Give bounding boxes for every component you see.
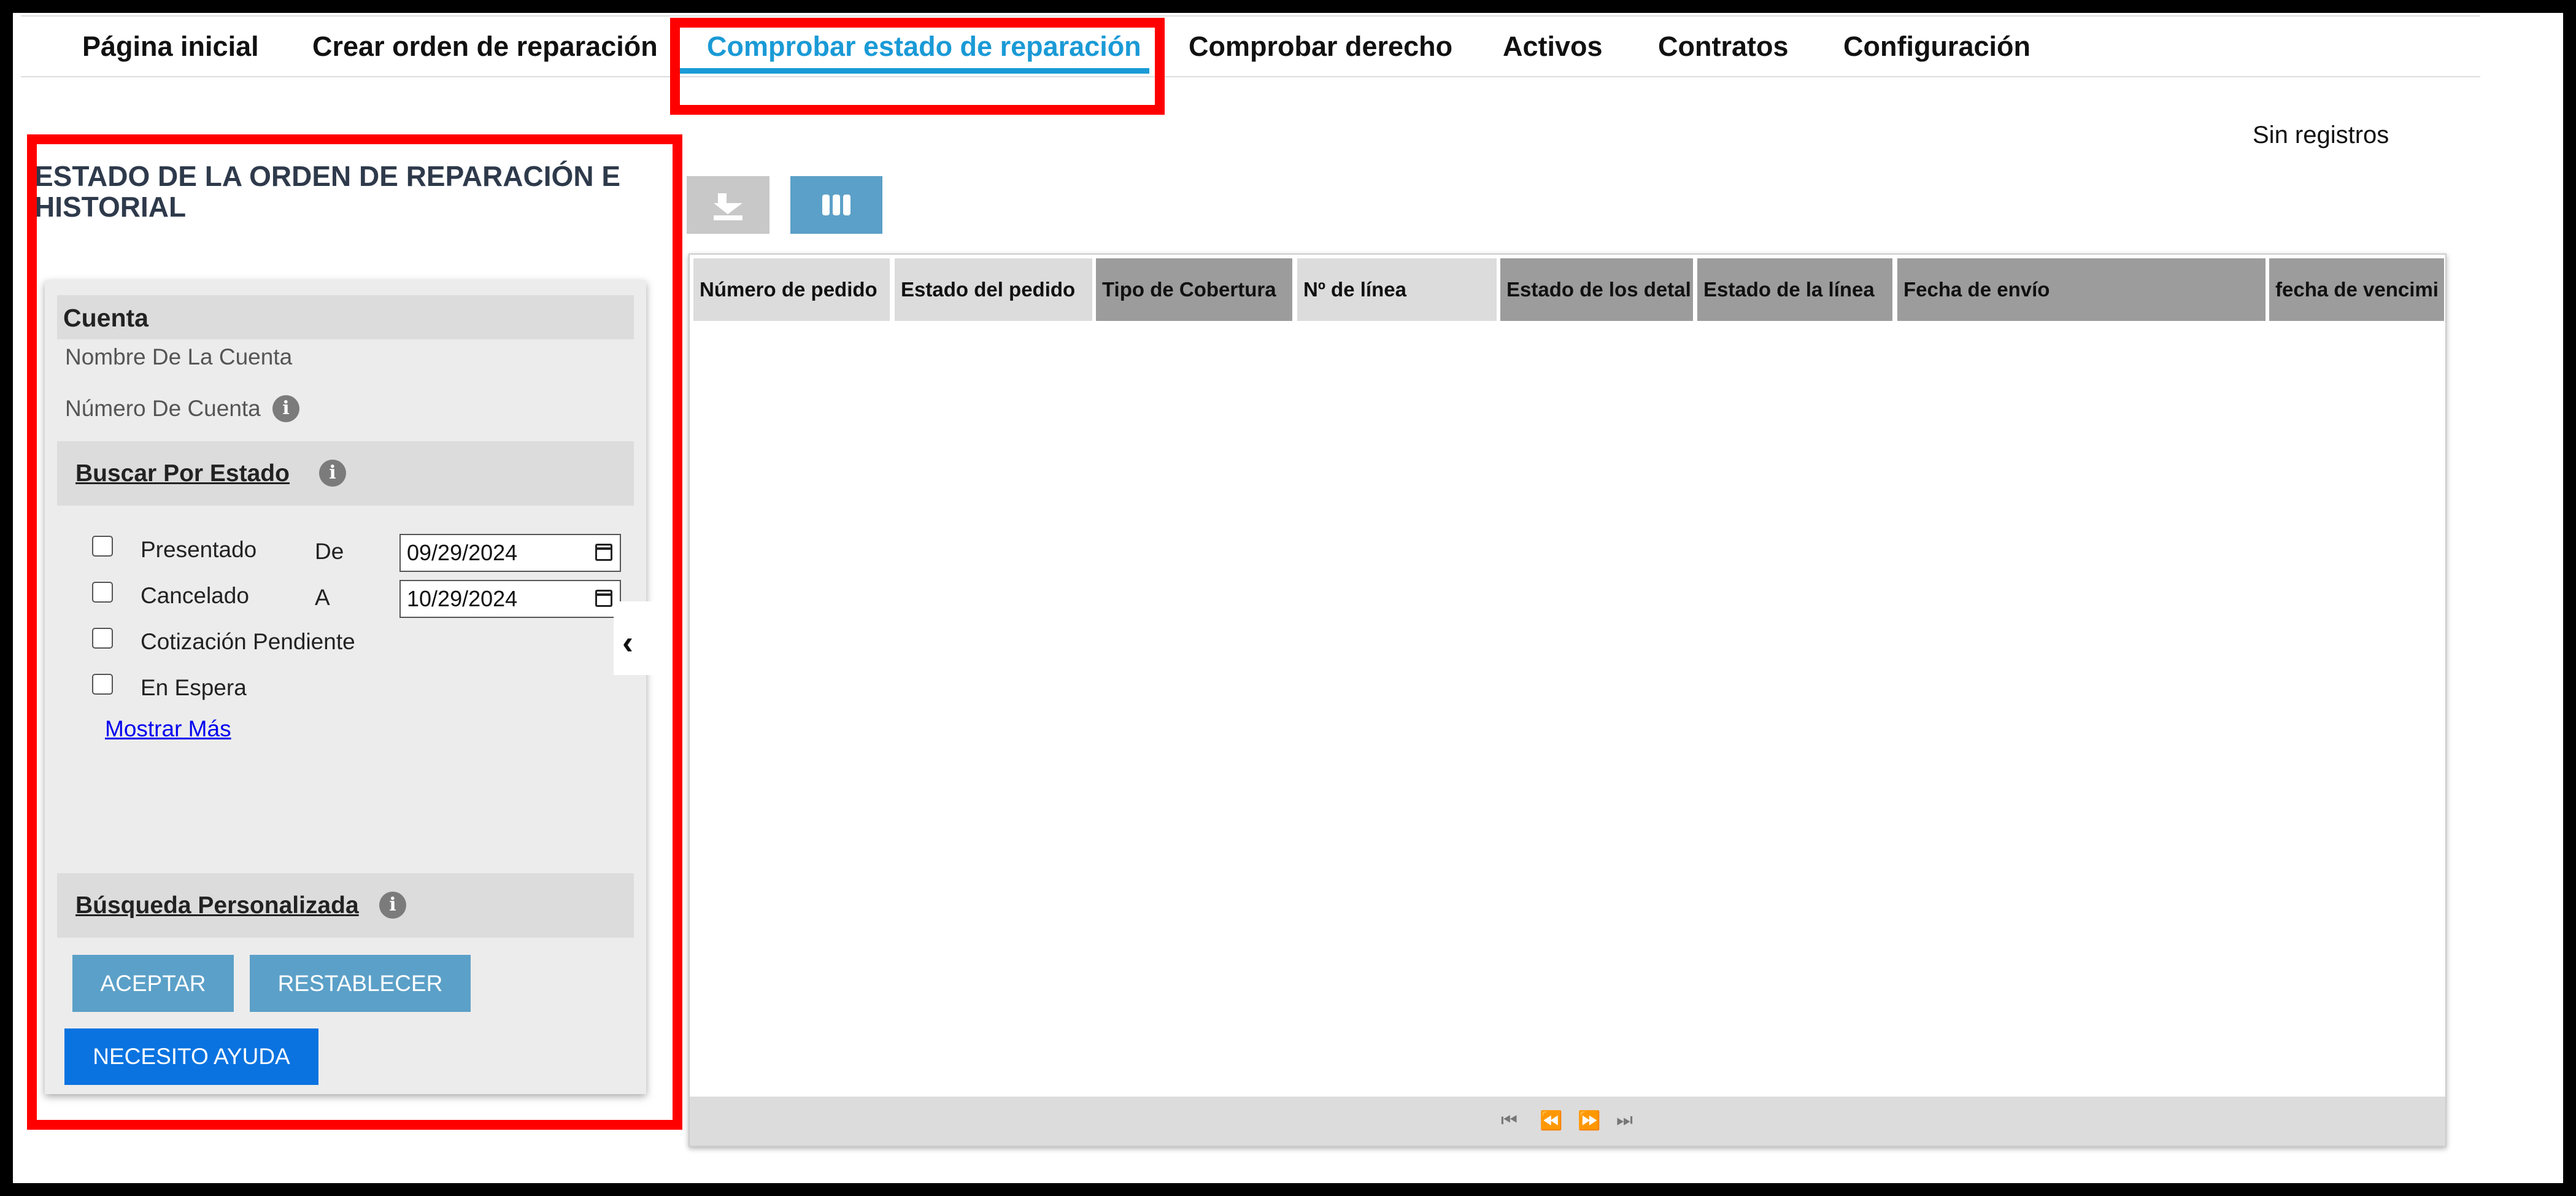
column-header-coverage-type[interactable]: Tipo de Cobertura	[1096, 258, 1292, 321]
record-count-text: Sin registros	[2253, 122, 2389, 149]
last-page-icon[interactable]: ⏭	[1616, 1110, 1633, 1131]
column-header-line-status[interactable]: Estado de la línea	[1697, 258, 1892, 321]
highlight-box-nav-tab	[670, 18, 1165, 115]
nav-item-check-entitlement[interactable]: Comprobar derecho	[1189, 17, 1452, 76]
nav-item-contracts[interactable]: Contratos	[1658, 17, 1789, 76]
download-button[interactable]	[687, 176, 769, 234]
column-header-detail-status[interactable]: Estado de los detal	[1500, 258, 1693, 321]
nav-item-home[interactable]: Página inicial	[82, 17, 259, 76]
nav-item-settings[interactable]: Configuración	[1843, 17, 2030, 76]
grid-pager: ⏮ ⏪ ⏩ ⏭	[690, 1097, 2445, 1146]
first-page-icon[interactable]: ⏮	[1501, 1110, 1517, 1131]
columns-icon	[822, 195, 850, 215]
column-header-order-number[interactable]: Número de pedido	[693, 258, 890, 321]
nav-item-assets[interactable]: Activos	[1503, 17, 1603, 76]
highlight-box-search-panel	[27, 134, 682, 1130]
download-icon	[714, 193, 742, 220]
results-grid: Número de pedido Estado del pedido Tipo …	[688, 253, 2447, 1147]
nav-item-create-repair-order[interactable]: Crear orden de reparación	[312, 17, 658, 76]
prev-page-icon[interactable]: ⏪	[1540, 1110, 1562, 1132]
column-header-line-number[interactable]: Nº de línea	[1297, 258, 1497, 321]
columns-button[interactable]	[790, 176, 882, 234]
column-header-due-date[interactable]: fecha de vencimi	[2269, 258, 2444, 321]
top-navigation: Página inicial Crear orden de reparación…	[21, 15, 2480, 77]
column-header-ship-date[interactable]: Fecha de envío	[1897, 258, 2266, 321]
column-header-order-status[interactable]: Estado del pedido	[895, 258, 1092, 321]
next-page-icon[interactable]: ⏩	[1578, 1110, 1600, 1132]
